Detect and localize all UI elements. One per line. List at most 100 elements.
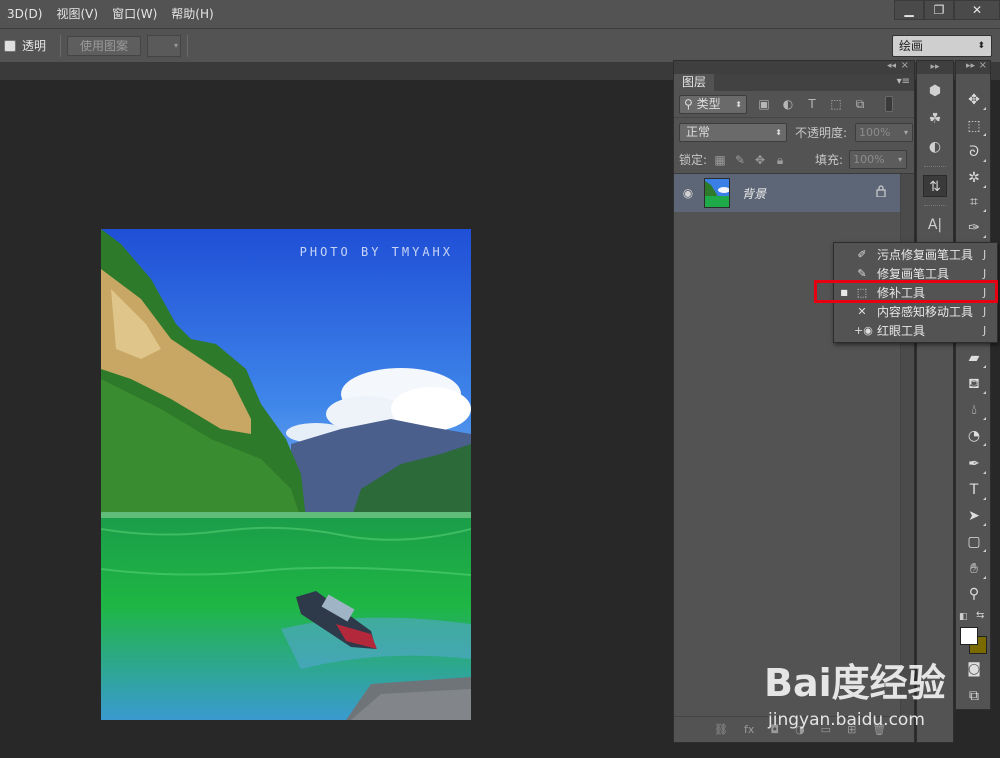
eraser-tool-icon[interactable]: ▰ <box>962 347 986 369</box>
content-aware-move-icon: ✕ <box>857 304 867 318</box>
shortcut-key: J <box>983 305 987 318</box>
workspace-preset-select[interactable]: 绘画 ⬍ <box>892 35 992 57</box>
use-pattern-button[interactable]: 使用图案 <box>67 35 142 56</box>
swap-colors-icon[interactable]: ⇆ <box>976 610 984 621</box>
lock-position-icon[interactable]: ✥ <box>753 153 767 167</box>
flyout-item-label: 内容感知移动工具 <box>877 305 974 319</box>
flyout-item-content-aware-move[interactable]: ✕ 内容感知移动工具 J <box>834 302 997 321</box>
panel-menu-icon[interactable]: ▾≡ <box>897 76 910 87</box>
transparent-label: 透明 <box>22 39 47 53</box>
opacity-label: 不透明度: <box>795 125 848 140</box>
character-panel-icon[interactable]: A| <box>923 214 947 236</box>
smart-object-filter-icon[interactable]: ⧉ <box>853 97 867 111</box>
screen-mode-icon[interactable]: ⧉ <box>962 685 986 707</box>
type-tool-icon[interactable]: T <box>962 479 986 501</box>
flyout-item-label: 污点修复画笔工具 <box>877 248 974 262</box>
options-separator <box>60 34 62 57</box>
menu-view[interactable]: 视图(V) <box>49 0 105 28</box>
zoom-tool-icon[interactable]: ⚲ <box>962 583 986 605</box>
panel-tab-bar: 图层 ▾≡ <box>674 74 914 91</box>
lock-transparent-pixels-icon[interactable]: ▦ <box>713 153 727 167</box>
chevron-down-icon: ▾ <box>904 127 909 137</box>
blur-tool-icon[interactable]: 💧︎ <box>962 399 986 421</box>
panel-grip[interactable] <box>924 166 946 169</box>
layer-style-icon[interactable]: fx <box>744 723 754 736</box>
tab-layers[interactable]: 图层 <box>674 74 715 91</box>
history-panel-icon[interactable]: ⇅ <box>923 175 947 197</box>
quick-mask-icon[interactable]: ◙ <box>962 658 986 680</box>
lock-all-icon[interactable]: 🔒︎ <box>773 153 787 167</box>
layer-name[interactable]: 背景 <box>742 185 766 202</box>
panel-grip[interactable] <box>924 205 946 208</box>
dodge-tool-icon[interactable]: ◔ <box>962 425 986 447</box>
workspace-preset-value: 绘画 <box>899 39 924 53</box>
path-selection-tool-icon[interactable]: ➤ <box>962 505 986 527</box>
pixel-layer-filter-icon[interactable]: ▣ <box>757 97 771 111</box>
move-tool-icon[interactable]: ✥ <box>962 89 986 111</box>
shape-layer-filter-icon[interactable]: ⬚ <box>829 97 843 111</box>
opacity-value: 100% <box>859 125 891 139</box>
window-controls: ▁ ❐ ✕ <box>894 0 1000 20</box>
magic-wand-tool-icon[interactable]: ✲ <box>962 167 986 189</box>
marquee-tool-icon[interactable]: ⬚ <box>962 115 986 137</box>
eyedropper-tool-icon[interactable]: ✑ <box>962 217 986 239</box>
opacity-input[interactable]: 100% ▾ <box>855 122 914 142</box>
close-tools-icon[interactable]: × <box>979 60 987 71</box>
expand-tools-icon[interactable]: ▸▸ <box>966 61 975 71</box>
baidu-url-text: jingyan.baidu.com <box>768 710 925 730</box>
foreground-color-swatch[interactable] <box>960 627 978 645</box>
landscape-photo <box>101 229 471 720</box>
restore-button[interactable]: ❐ <box>924 0 954 20</box>
shortcut-key: J <box>983 324 987 337</box>
filter-toggle[interactable] <box>885 96 893 112</box>
link-layers-icon[interactable]: ⛓ <box>714 723 728 736</box>
menu-help[interactable]: 帮助(H) <box>164 0 220 28</box>
channels-panel-icon[interactable]: ☘ <box>923 108 947 130</box>
layer-row-background[interactable]: ◉ 背景 <box>674 174 900 212</box>
lock-image-pixels-icon[interactable]: ✎ <box>733 153 747 167</box>
flyout-item-spot-healing-brush[interactable]: ✐ 污点修复画笔工具 J <box>834 245 997 264</box>
layer-filter-type-select[interactable]: ⚲ 类型 ⬍ <box>679 94 747 114</box>
transparent-checkbox[interactable] <box>4 39 16 52</box>
collapse-panel-icon[interactable]: ◂◂ <box>887 61 896 71</box>
chevron-updown-icon: ⬍ <box>775 127 782 137</box>
adjustments-panel-icon[interactable]: ◐ <box>923 136 947 158</box>
highlight-annotation <box>814 280 998 303</box>
lock-icon <box>876 185 886 197</box>
paint-bucket-tool-icon[interactable]: ⛾ <box>962 373 986 395</box>
default-colors-icon[interactable]: ◧ <box>959 612 968 622</box>
3d-panel-icon[interactable]: ⬢ <box>923 80 947 102</box>
layers-panel: ◂◂ × 图层 ▾≡ ⚲ 类型 ⬍ ▣ ◐ T ⬚ ⧉ 正常 ⬍ 不透明度: 1… <box>673 60 915 743</box>
chevron-down-icon: ▾ <box>174 40 179 50</box>
minimize-button[interactable]: ▁ <box>894 0 924 20</box>
type-layer-filter-icon[interactable]: T <box>805 97 819 111</box>
hand-tool-icon[interactable]: ✋︎ <box>962 558 986 580</box>
menu-window[interactable]: 窗口(W) <box>105 0 164 28</box>
fill-input[interactable]: 100% ▾ <box>849 150 908 169</box>
chevron-down-icon: ▾ <box>898 155 903 164</box>
fill-value: 100% <box>853 153 885 166</box>
collapsed-panels-dock: ▸▸ ⬢ ☘ ◐ ⇅ A| <box>916 60 954 743</box>
pattern-picker[interactable]: ▾ <box>147 34 182 57</box>
options-bar: 透明 使用图案 ▾ 绘画 ⬍ <box>0 28 1000 62</box>
chevron-updown-icon: ⬍ <box>977 41 985 51</box>
healing-brush-icon: ✎ <box>857 266 867 280</box>
eye-icon[interactable]: ◉ <box>674 186 702 200</box>
red-eye-icon: +◉ <box>854 323 873 337</box>
search-icon: ⚲ <box>684 96 693 111</box>
close-panel-icon[interactable]: × <box>901 60 909 71</box>
filter-type-value: 类型 <box>696 96 721 111</box>
lock-fill-row: 锁定: ▦ ✎ ✥ 🔒︎ 填充: 100% ▾ <box>674 146 914 174</box>
layer-filter-row: ⚲ 类型 ⬍ ▣ ◐ T ⬚ ⧉ <box>674 91 914 118</box>
pen-tool-icon[interactable]: ✒ <box>962 453 986 475</box>
flyout-item-red-eye[interactable]: +◉ 红眼工具 J <box>834 321 997 340</box>
crop-tool-icon[interactable]: ⌗ <box>962 191 986 213</box>
menu-3d[interactable]: 3D(D) <box>0 0 49 28</box>
lasso-tool-icon[interactable]: ᘐ <box>962 141 986 163</box>
shape-tool-icon[interactable]: ▢ <box>962 531 986 553</box>
adjustment-layer-filter-icon[interactable]: ◐ <box>781 97 795 111</box>
blend-mode-select[interactable]: 正常 ⬍ <box>679 122 787 142</box>
close-button[interactable]: ✕ <box>954 0 1000 20</box>
expand-panels-icon[interactable]: ▸▸ <box>917 61 953 74</box>
canvas-image[interactable]: PHOTO BY TMYAHX <box>101 229 471 720</box>
